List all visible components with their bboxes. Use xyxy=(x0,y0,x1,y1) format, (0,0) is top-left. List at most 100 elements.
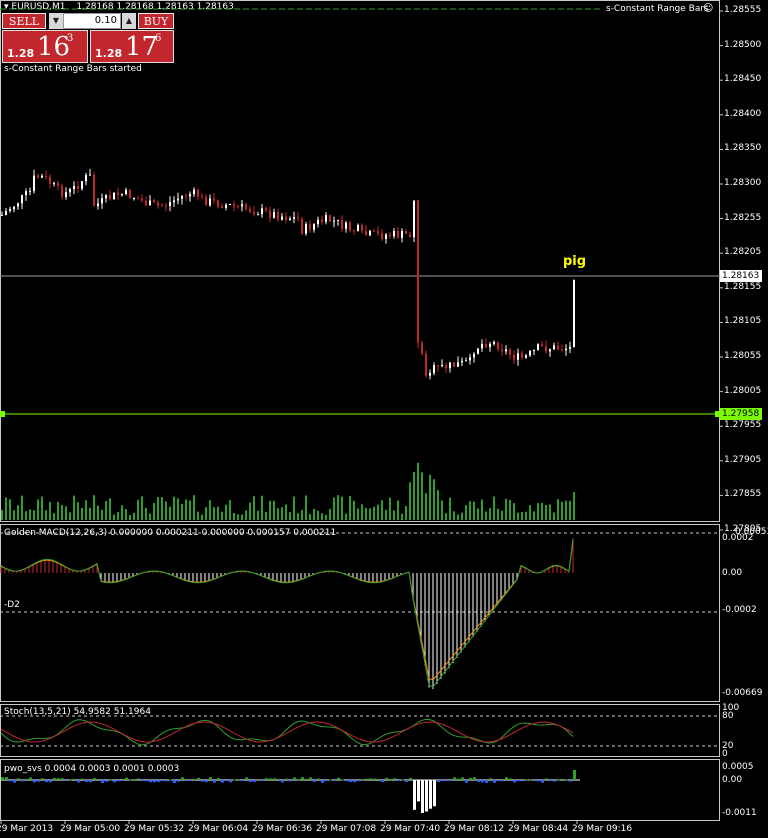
pwo-bar xyxy=(381,780,384,783)
volume-bar xyxy=(153,502,155,520)
candle-body xyxy=(417,200,419,343)
candle-body xyxy=(369,230,371,236)
volume-bar xyxy=(437,490,439,520)
candle-body xyxy=(229,203,231,205)
candle-body xyxy=(377,231,379,234)
volume-bar xyxy=(45,510,47,520)
candle-body xyxy=(61,185,63,198)
pwo-bar xyxy=(497,780,500,781)
volume-bar xyxy=(41,496,43,520)
candle-body xyxy=(569,346,571,349)
time-axis-label: 29 Mar 2013 xyxy=(0,824,54,834)
candle-body xyxy=(385,234,387,239)
volume-bar xyxy=(289,512,291,520)
volume-bar xyxy=(237,514,239,520)
candle-body xyxy=(349,222,351,231)
volume-bar xyxy=(205,507,207,520)
volume-bar xyxy=(561,501,563,520)
volume-bar xyxy=(321,513,323,520)
candle-body xyxy=(453,362,455,367)
pwo-bar xyxy=(101,780,104,783)
candle-body xyxy=(485,343,487,348)
alert-handle-left[interactable] xyxy=(0,411,5,417)
volume-bar xyxy=(177,498,179,520)
candle-body xyxy=(365,230,367,236)
volume-bar xyxy=(261,495,263,520)
volume-bar xyxy=(181,503,183,520)
volume-bar xyxy=(197,511,199,520)
volume-bar xyxy=(337,495,339,520)
candle-body xyxy=(441,365,443,367)
pwo-bar xyxy=(129,779,132,781)
pwo-bar xyxy=(465,780,468,783)
pwo-bar xyxy=(141,780,144,781)
current-price-tag: 1.28163 xyxy=(720,270,762,282)
pwo-histogram xyxy=(1,770,576,813)
volume-bar xyxy=(121,505,123,520)
pwo-axis-max: 0.0005 xyxy=(722,762,754,772)
candle-body xyxy=(361,224,363,231)
candle-body xyxy=(129,189,131,199)
price-axis-label: 1.28155 xyxy=(724,281,762,292)
volume-bar xyxy=(21,495,23,520)
volume-bar xyxy=(517,512,519,520)
pwo-bar xyxy=(229,780,232,783)
stoch-axis-0: 0 xyxy=(722,749,728,759)
volume-bar xyxy=(397,500,399,520)
pwo-bar xyxy=(529,779,532,781)
pwo-bar xyxy=(245,777,248,780)
candle-body xyxy=(469,357,471,361)
pwo-bar xyxy=(185,780,188,781)
time-axis-label: 29 Mar 08:44 xyxy=(508,824,569,834)
pwo-bar xyxy=(85,780,88,783)
pwo-bar xyxy=(369,778,372,780)
pwo-bar xyxy=(261,780,264,781)
volume-bar xyxy=(229,500,231,520)
volume-bar xyxy=(133,512,135,520)
candle-body xyxy=(73,186,75,190)
alert-price-tag: 1.27958 xyxy=(720,408,762,420)
time-axis-label: 29 Mar 07:08 xyxy=(316,824,377,834)
volume-bar xyxy=(169,506,171,520)
stoch-main-line xyxy=(0,718,574,746)
candle-body xyxy=(481,343,483,349)
candle-body xyxy=(157,202,159,206)
volume-bar xyxy=(157,496,159,520)
pwo-bar xyxy=(445,780,448,781)
pwo-bar xyxy=(453,777,456,780)
pwo-bar xyxy=(545,778,548,780)
pwo-bar xyxy=(313,780,316,782)
volume-bar xyxy=(141,496,143,520)
pig-annotation[interactable]: pig xyxy=(563,254,586,269)
volume-bar xyxy=(213,507,215,520)
candle-body xyxy=(41,175,43,178)
volume-bar xyxy=(129,514,131,520)
candle-body xyxy=(245,204,247,210)
pwo-bar xyxy=(341,779,344,781)
candle-body xyxy=(45,175,47,177)
volume-bar xyxy=(509,499,511,520)
volume-bar xyxy=(265,511,267,520)
macd-main-line xyxy=(0,538,574,688)
pwo-bar xyxy=(29,777,32,780)
pwo-bar xyxy=(481,780,484,783)
candle-body xyxy=(433,365,435,373)
pwo-bar xyxy=(89,780,92,783)
candle-body xyxy=(341,219,343,229)
pwo-bar xyxy=(33,780,36,783)
candle-body xyxy=(493,341,495,344)
candle-body xyxy=(253,211,255,215)
candle-body xyxy=(541,344,543,347)
candle-body xyxy=(257,214,259,216)
pwo-bar xyxy=(65,780,68,781)
pwo-bar xyxy=(161,780,164,781)
pwo-bar xyxy=(69,779,72,781)
candle-body xyxy=(265,208,267,211)
candle-body xyxy=(529,351,531,356)
volume-bar xyxy=(445,513,447,520)
volume-bar xyxy=(361,504,363,520)
price-axis-label: 1.27855 xyxy=(724,489,762,500)
price-axis-label: 1.28500 xyxy=(724,39,762,50)
pwo-bar xyxy=(557,779,560,781)
pwo-bar xyxy=(149,780,152,783)
